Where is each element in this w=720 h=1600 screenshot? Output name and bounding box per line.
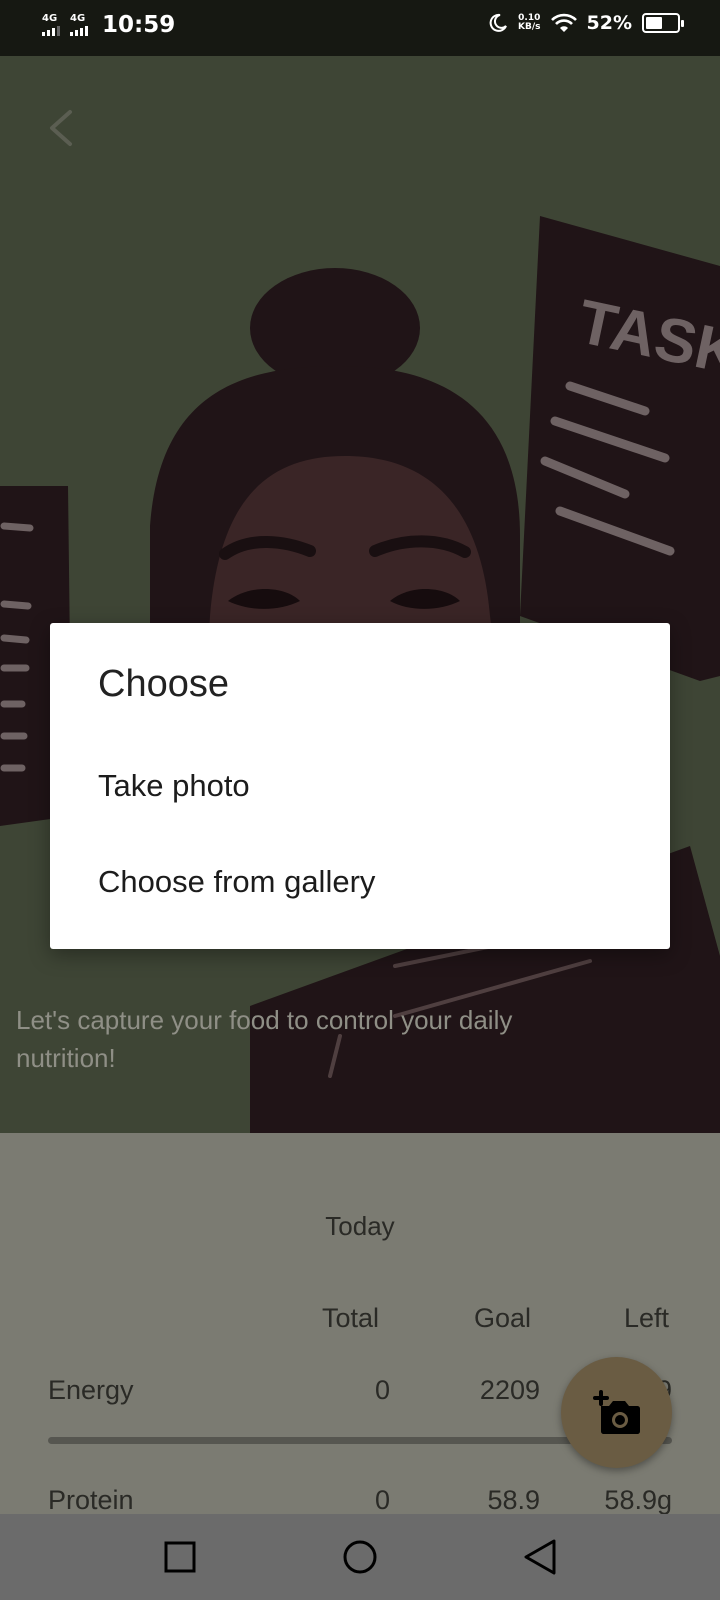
- row-label-energy: Energy: [48, 1375, 134, 1405]
- protein-total: 0: [374, 1485, 390, 1515]
- network-indicator-1: 4G: [42, 14, 60, 36]
- choose-from-gallery-option[interactable]: Choose from gallery: [50, 837, 670, 927]
- row-label-protein: Protein: [48, 1485, 134, 1515]
- add-photo-button[interactable]: [561, 1357, 672, 1468]
- signal-icon: [70, 26, 88, 36]
- dialog-title: Choose: [98, 663, 229, 705]
- back-triangle-icon: [524, 1539, 556, 1575]
- column-header-total: Total: [322, 1303, 380, 1333]
- recents-square-icon: [164, 1541, 196, 1573]
- network-label: 4G: [42, 13, 58, 24]
- status-bar: 4G 4G 10:59 0.10 KB/s 52%: [0, 0, 720, 56]
- network-indicator-2: 4G: [70, 14, 88, 36]
- hero-caption: Let's capture your food to control your …: [16, 1005, 513, 1073]
- system-back-button[interactable]: [520, 1537, 560, 1577]
- today-heading: Today: [325, 1211, 395, 1241]
- recents-button[interactable]: [160, 1537, 200, 1577]
- moon-icon: [489, 13, 507, 32]
- add-photo-icon: [592, 1389, 640, 1434]
- take-photo-option[interactable]: Take photo: [50, 741, 670, 831]
- battery-level: [646, 17, 662, 29]
- food-illustration: TASK: [0, 216, 720, 1133]
- speed-unit: KB/s: [518, 22, 541, 32]
- status-right: 0.10 KB/s 52%: [488, 12, 684, 34]
- energy-goal: 2209: [479, 1375, 540, 1405]
- chevron-left-icon: [50, 110, 72, 146]
- clock: 10:59: [102, 12, 176, 38]
- home-button[interactable]: [340, 1537, 380, 1577]
- signal-icon: [42, 26, 60, 36]
- wifi-icon: [550, 13, 577, 32]
- choose-dialog: Choose Take photo Choose from gallery: [50, 623, 670, 949]
- column-header-goal: Goal: [474, 1303, 532, 1333]
- home-circle-icon: [343, 1540, 377, 1574]
- status-left: 4G 4G 10:59: [42, 12, 175, 38]
- protein-left: 58.9g: [604, 1485, 672, 1515]
- system-nav-bar: [0, 1514, 720, 1600]
- energy-total: 0: [374, 1375, 390, 1405]
- protein-goal: 58.9: [487, 1485, 540, 1515]
- network-label: 4G: [70, 13, 86, 24]
- hero-banner: TASK Let's capture your food to control …: [0, 56, 720, 1133]
- back-button[interactable]: [40, 106, 84, 150]
- network-speed: 0.10 KB/s: [518, 14, 540, 32]
- battery-icon: [642, 13, 684, 33]
- column-header-left: Left: [624, 1303, 670, 1333]
- battery-percent: 52%: [586, 12, 632, 34]
